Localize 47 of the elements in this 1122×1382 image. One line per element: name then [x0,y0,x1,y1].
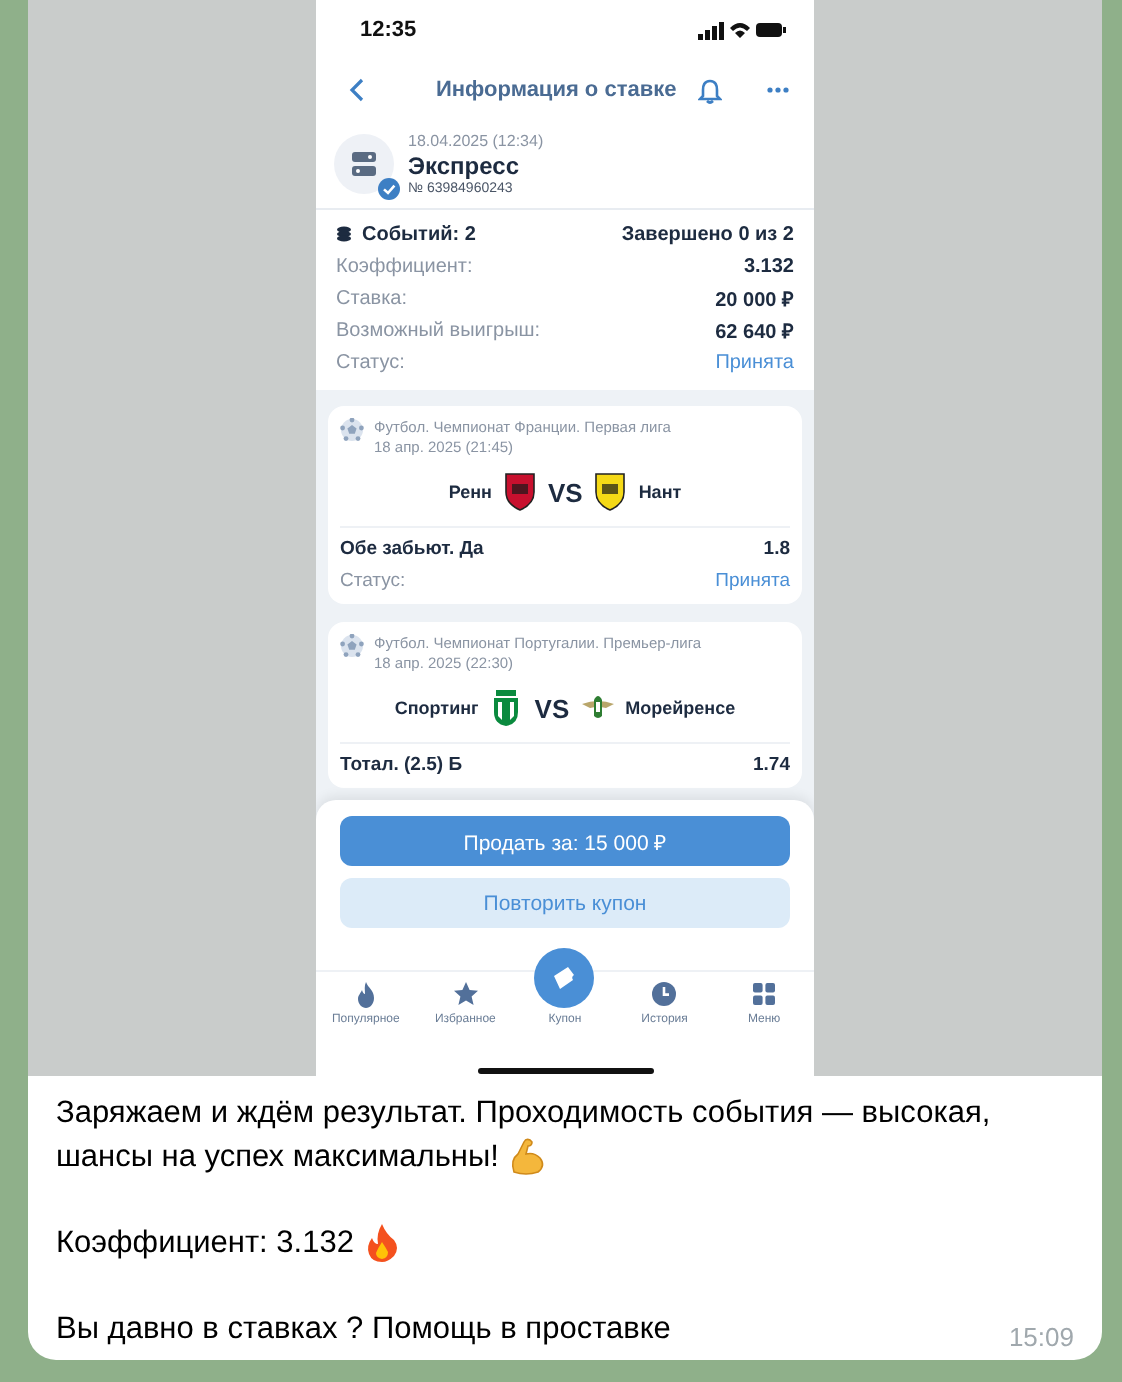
bell-icon[interactable] [698,77,722,103]
row-label: Статус: [336,351,405,373]
row-value: 3.132 [743,255,794,277]
team-name: Морейренсе [625,698,736,718]
clock-time: 12:35 [360,18,417,42]
message-text: Вы давно в ставках ? Помощь в проставке [56,1309,671,1349]
market-name: Тотал. (2.5) Б [340,753,463,775]
status-value: Принята [715,569,790,591]
repeat-coupon-button[interactable]: Повторить купон [340,878,790,928]
layers-icon [336,226,352,242]
versus-label: VS [534,693,570,723]
events-count: Событий: 2 [362,223,476,245]
message-text: Коэффициент: 3.132 [56,1223,354,1263]
row-label: Возможный выигрыш: [336,319,541,341]
menu-icon[interactable] [750,980,779,1008]
row-value: 20 000 ₽ [715,288,794,312]
completed-count: Завершено 0 из 2 [621,223,794,245]
odds-value: 1.74 [753,753,790,775]
sell-button[interactable]: Продать за: 15 000 ₽ [340,816,790,866]
flexed-arm-icon [506,1135,547,1178]
odds-value: 1.8 [763,537,790,559]
coupon-tab-button[interactable] [534,948,595,1008]
more-icon[interactable] [766,86,790,94]
versus-label: VS [547,477,583,507]
row-label: Ставка: [336,287,407,309]
back-icon[interactable] [348,78,368,102]
coupon-icon [350,150,378,178]
bet-date: 18.04.2025 (12:34) [408,132,544,150]
message-text: Заряжаем и ждём результат. Проходимость события — высокая, [56,1094,991,1134]
status-icons [698,20,786,40]
soccer-ball-icon [340,418,364,442]
star-icon[interactable] [451,980,480,1008]
screen-title: Информация о ставке [436,78,679,102]
row-label: Статус: [340,569,406,591]
message-time: 15:09 [1008,1322,1074,1354]
clock-icon[interactable] [650,980,679,1008]
status-value: Принята [715,351,794,373]
row-value: 62 640 ₽ [715,320,794,344]
bet-type: Экспресс [408,152,521,180]
team-name: Спортинг [394,698,479,718]
row-label: Коэффициент: [336,255,473,277]
market-name: Обе забьют. Да [340,537,484,559]
ticket-icon [550,964,579,992]
soccer-ball-icon [340,634,364,658]
team-name: Нант [638,482,682,502]
team-name: Ренн [448,482,492,502]
message-text: шансы на успех максимальны! [56,1137,499,1177]
